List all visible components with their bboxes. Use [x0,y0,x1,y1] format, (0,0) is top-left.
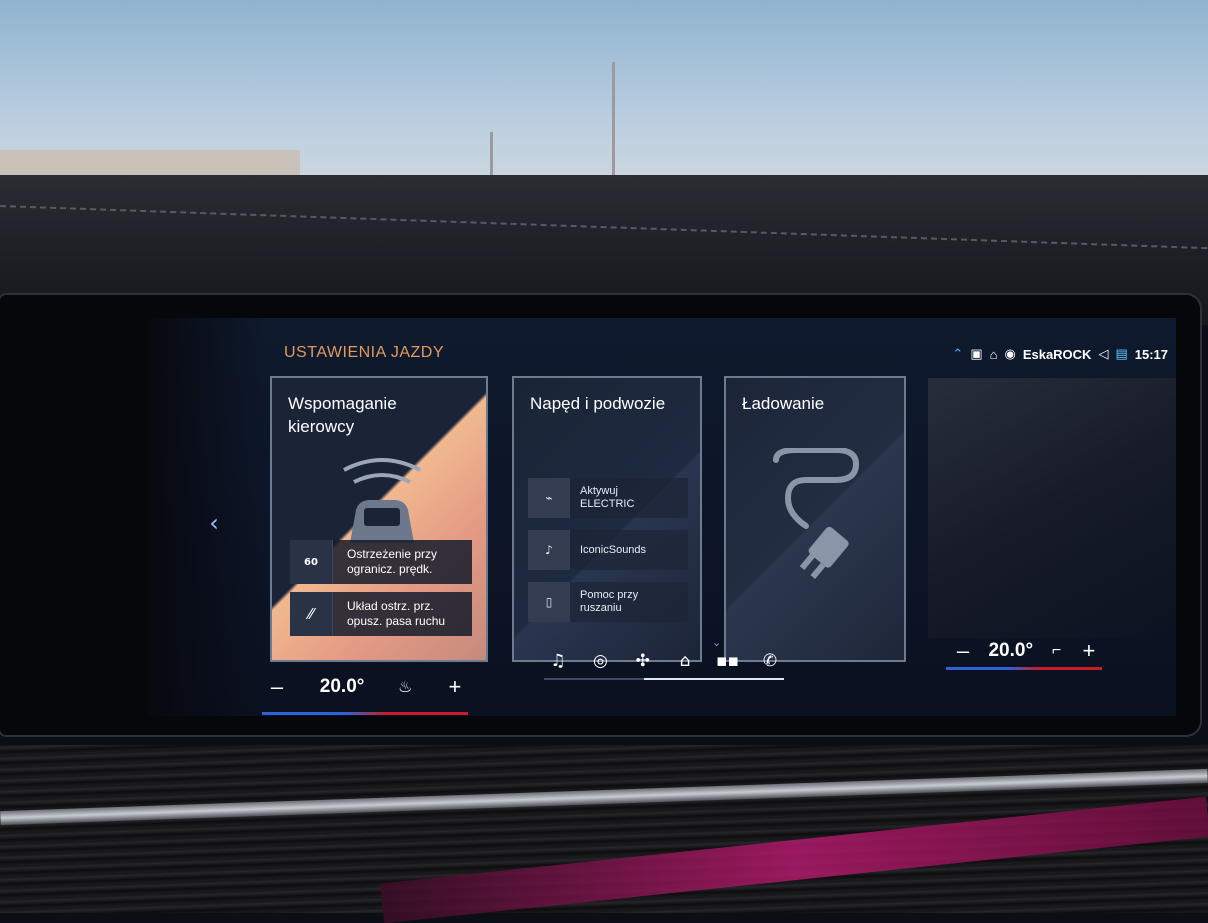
iconic-sounds-icon: ♪ [528,530,570,570]
temp-decrease-button[interactable]: – [262,674,292,700]
back-chevron-icon[interactable]: ‹ [200,508,228,538]
temp-decrease-button[interactable]: – [948,638,978,664]
speed-limit-icon: 60 [290,540,333,584]
right-panel-backdrop [928,378,1176,638]
apps-icon[interactable]: ▪▪ [714,647,742,675]
status-bar: ⌃ ▣ ⌂ ◉ EskaROCK ◁ ▤ 15:17 [952,346,1168,362]
lane-departure-icon: ⁄⁄ [290,592,333,636]
music-icon[interactable]: ♫ [544,647,572,675]
navigation-icon[interactable]: ◎ [586,647,614,675]
seat-icon[interactable]: ⌐ [1044,642,1070,660]
electric-car-icon: ⌁ [528,478,570,518]
feature-label: Układ ostrz. prz. opusz. pasa ruchu [347,599,446,628]
radio-station[interactable]: EskaROCK [1023,347,1092,362]
temperature-value[interactable]: 20.0° [314,676,371,698]
car-icon: ⌂ [989,346,998,362]
card-driver-assistance[interactable]: Wspomaganie kierowcy 60 Ostrzeżenie przy… [270,376,488,662]
climate-left: – 20.0° ♨ + [262,674,470,700]
notification-icon: ▣ [970,346,983,361]
feature-label: Ostrzeżenie przy ogranicz. prędk. [347,547,438,576]
speaker-icon[interactable]: ◁ [1098,346,1108,362]
bottom-dock: ♫ ◎ ✣ ⌂ ▪▪ ✆ [544,644,784,678]
connectivity-icon: ⌃ [952,346,964,361]
feature-start-assist[interactable]: ▯ Pomoc przy ruszaniu [528,582,688,622]
temperature-scale [262,712,468,715]
card-charging[interactable]: Ładowanie [724,376,906,662]
feature-label: Pomoc przy ruszaniu [580,589,639,614]
temperature-value[interactable]: 20.0° [982,640,1039,662]
temp-increase-button[interactable]: + [440,674,470,700]
feature-label: Aktywuj ELECTRIC [580,485,635,510]
card-drive-and-chassis[interactable]: Napęd i podwozie ⌁ Aktywuj ELECTRIC ♪ Ic… [512,376,702,662]
temp-increase-button[interactable]: + [1074,638,1104,664]
climate-right: – 20.0° ⌐ + [948,638,1104,664]
home-icon[interactable]: ⌂ [671,647,699,675]
start-assist-icon: ▯ [528,582,570,622]
page-title: USTAWIENIA JAZDY [284,344,445,361]
phone-icon[interactable]: ✆ [756,647,784,675]
feature-activate-electric[interactable]: ⌁ Aktywuj ELECTRIC [528,478,688,518]
feature-iconic-sounds[interactable]: ♪ IconicSounds [528,530,688,570]
temperature-scale [946,667,1102,670]
infotainment-screen: USTAWIENIA JAZDY ⌃ ▣ ⌂ ◉ EskaROCK ◁ ▤ 15… [148,318,1176,716]
card-title: Wspomaganie kierowcy [288,394,397,436]
heated-seat-icon[interactable]: ♨ [392,677,418,697]
phone-battery-icon: ▤ [1115,346,1128,361]
charging-plug-icon [773,448,860,579]
feature-speed-limit-warning[interactable]: 60 Ostrzeżenie przy ogranicz. prędk. [290,540,472,584]
card-title: Ładowanie [742,394,825,413]
clock: 15:17 [1134,346,1168,362]
radio-icon: ◉ [1004,346,1016,361]
fan-icon[interactable]: ✣ [629,647,657,675]
dock-active-indicator [644,678,784,680]
feature-lane-departure-warning[interactable]: ⁄⁄ Układ ostrz. prz. opusz. pasa ruchu [290,592,472,636]
card-title: Napęd i podwozie [530,394,666,413]
feature-label: IconicSounds [580,543,647,556]
